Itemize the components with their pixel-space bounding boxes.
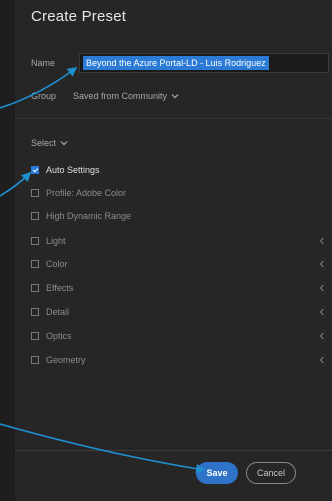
chevron-left-icon[interactable] — [318, 356, 326, 364]
divider — [15, 118, 332, 119]
settings-item-geometry[interactable]: Geometry — [31, 351, 332, 369]
group-select-value: Saved from Community — [73, 91, 168, 101]
chevron-down-icon — [60, 141, 68, 146]
group-select[interactable]: Saved from Community — [73, 91, 179, 101]
checkbox[interactable] — [31, 332, 39, 340]
select-menu-label: Select — [31, 138, 57, 148]
settings-item-label: Effects — [46, 283, 74, 293]
checkbox[interactable] — [31, 189, 39, 197]
checkbox[interactable] — [31, 212, 39, 220]
settings-item-label: High Dynamic Range — [46, 211, 132, 221]
checkbox[interactable] — [31, 284, 39, 292]
checkbox[interactable] — [31, 260, 39, 268]
settings-item-profile[interactable]: Profile: Adobe Color — [31, 184, 332, 202]
settings-item-label: Detail — [46, 307, 70, 317]
settings-item-hdr[interactable]: High Dynamic Range — [31, 207, 332, 225]
settings-item-effects[interactable]: Effects — [31, 279, 332, 297]
select-menu[interactable]: Select — [31, 138, 68, 148]
dialog-title: Create Preset — [31, 8, 127, 25]
chevron-left-icon[interactable] — [318, 237, 326, 245]
group-row: Group Saved from Community — [31, 91, 179, 101]
save-button[interactable]: Save — [196, 462, 238, 484]
settings-item-color[interactable]: Color — [31, 255, 332, 273]
settings-item-label: Color — [46, 259, 68, 269]
settings-item-label: Light — [46, 236, 66, 246]
checkbox[interactable] — [31, 356, 39, 364]
settings-item-label: Profile: Adobe Color — [46, 188, 127, 198]
checkbox[interactable] — [31, 308, 39, 316]
chevron-left-icon[interactable] — [318, 284, 326, 292]
settings-item-label: Geometry — [46, 355, 86, 365]
group-label: Group — [31, 91, 57, 101]
settings-item-light[interactable]: Light — [31, 232, 332, 250]
settings-item-label: Auto Settings — [46, 165, 100, 175]
create-preset-dialog: Create Preset Name Beyond the Azure Port… — [14, 0, 332, 501]
settings-item-auto-settings[interactable]: Auto Settings — [31, 161, 332, 179]
name-input-value: Beyond the Azure Portal-LD - Luis Rodrig… — [83, 56, 269, 70]
cancel-button[interactable]: Cancel — [246, 462, 296, 484]
settings-item-detail[interactable]: Detail — [31, 303, 332, 321]
name-input[interactable]: Beyond the Azure Portal-LD - Luis Rodrig… — [79, 53, 329, 73]
name-label: Name — [31, 58, 56, 68]
checkbox[interactable] — [31, 166, 39, 174]
name-row: Name Beyond the Azure Portal-LD - Luis R… — [31, 53, 329, 73]
chevron-left-icon[interactable] — [318, 260, 326, 268]
footer-divider — [15, 450, 332, 451]
chevron-left-icon[interactable] — [318, 332, 326, 340]
settings-item-optics[interactable]: Optics — [31, 327, 332, 345]
chevron-left-icon[interactable] — [318, 308, 326, 316]
settings-item-label: Optics — [46, 331, 72, 341]
checkbox[interactable] — [31, 237, 39, 245]
chevron-down-icon — [171, 94, 179, 99]
